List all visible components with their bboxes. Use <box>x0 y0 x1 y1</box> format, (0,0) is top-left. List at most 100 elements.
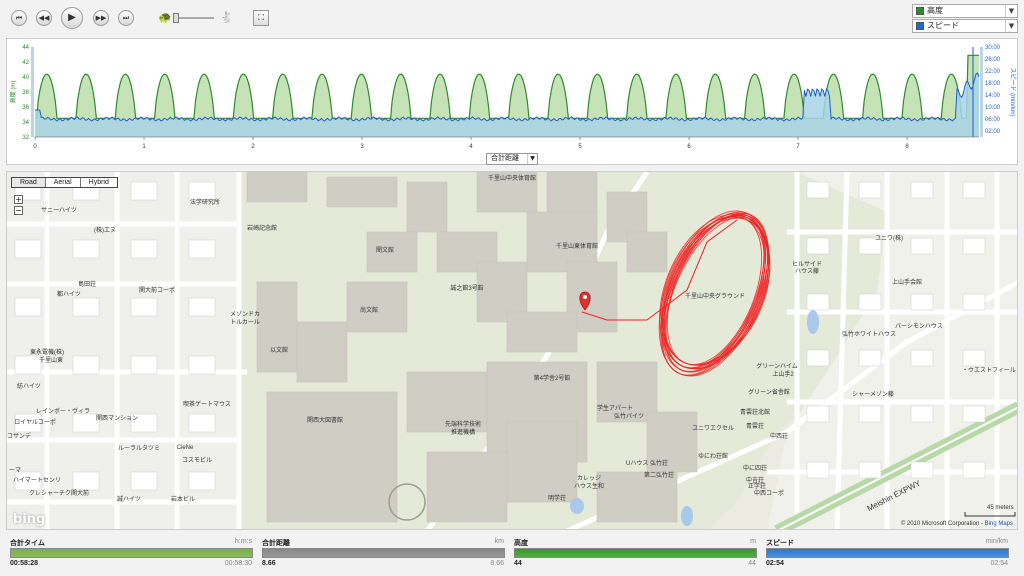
house <box>806 181 830 199</box>
stat-elevation: 高度 m 44 44 <box>510 536 758 570</box>
map-place-label: 千里山東 <box>39 356 63 364</box>
bing-maps-link[interactable]: Bing Maps <box>985 521 1013 527</box>
house <box>72 355 100 375</box>
map-place-label: コサンデ <box>7 432 31 440</box>
map-place-label: ユニワ(株) <box>875 234 903 242</box>
stat-progress-bar[interactable] <box>10 548 253 558</box>
house <box>188 181 216 201</box>
rewind-icon[interactable]: ◀◀ <box>36 10 52 26</box>
map-place-label: ・ウエストフィールド <box>962 366 1018 374</box>
x-axis-select-label: 合計距離 <box>491 155 519 162</box>
map-place-label: 関西大図書館 <box>307 416 343 424</box>
pond <box>681 506 693 526</box>
map-type-hybrid[interactable]: Hybrid <box>81 178 117 187</box>
house <box>806 237 830 255</box>
map-type-aerial[interactable]: Aerial <box>46 178 81 187</box>
playback-speed-thumb[interactable] <box>173 13 179 23</box>
playback-speed-slider[interactable] <box>174 17 214 19</box>
building <box>326 176 398 208</box>
map-place-label: 岩本ビル <box>171 495 195 503</box>
house <box>858 405 882 423</box>
map-place-label: ルーラルタツミ <box>118 444 160 452</box>
map-place-label: 先端科学技術 <box>445 420 481 428</box>
map-place-label: 弘竹ホワイトハウス <box>842 330 896 338</box>
map-place-label: 関西マンション <box>96 415 138 422</box>
map-place-label: 弘竹パイツ <box>614 412 644 420</box>
y1-tick-label: 44 <box>22 45 29 51</box>
bing-logo: bing <box>13 512 46 527</box>
route-map[interactable]: 千里山中央体育館 千里山東体育館 千里山中央グラウンド 第4学舎2号館 誠之館3号館 尚文… <box>6 171 1018 530</box>
x-axis-select[interactable]: 合計距離 ▼ <box>486 153 538 165</box>
fast-forward-icon[interactable]: ▶▶ <box>93 10 109 26</box>
stat-progress-fill <box>515 549 756 557</box>
map-place-label: Uハウス 弘竹荘 <box>626 459 668 467</box>
map-place-label: 上山手会館 <box>892 278 922 286</box>
location-pin-dot <box>583 295 587 299</box>
slow-speed-icon: 🐢 <box>158 11 172 24</box>
map-place-label: ヒルサイド <box>792 261 822 268</box>
stat-value: 8.66 <box>262 560 276 567</box>
primary-series-select[interactable]: 高度 ▼ <box>912 4 1018 18</box>
map-place-label: 関大前コーポ <box>139 286 175 294</box>
building <box>246 172 308 203</box>
house <box>858 461 882 479</box>
y1-tick-label: 36 <box>22 105 29 111</box>
stat-total: 00:58:30 <box>224 560 252 567</box>
y2-tick-label: 14:00 <box>985 93 1001 99</box>
elevation-speed-chart[interactable]: 0 1 2 3 4 5 6 7 8 44 42 40 38 36 34 32 30:00 26:00 22:00 18… <box>6 38 1018 165</box>
house <box>962 405 986 423</box>
map-place-label: 中西コーポ <box>754 489 784 497</box>
play-icon[interactable]: ▶ <box>61 7 83 29</box>
map-place-label: ハウス藤 <box>795 267 819 275</box>
map-place-label: 中西荘 <box>770 432 788 440</box>
map-place-label: シャーメゾン藤 <box>852 390 894 398</box>
building <box>506 311 578 353</box>
zoom-out-button[interactable]: − <box>14 206 23 215</box>
playback-toolbar: ⏮ ◀◀ ▶ ▶▶ ⏭ 🐢 🐇 ⛶ 高度 ▼ スピード ▼ <box>0 0 1024 36</box>
secondary-series-label: スピード <box>927 21 959 30</box>
skip-end-icon[interactable]: ⏭ <box>118 10 134 26</box>
stat-progress-bar[interactable] <box>262 548 505 558</box>
stat-label: スピード <box>766 540 794 547</box>
map-place-label: コスモビル <box>182 456 212 464</box>
house <box>910 293 934 311</box>
app-root: ⏮ ◀◀ ▶ ▶▶ ⏭ 🐢 🐇 ⛶ 高度 ▼ スピード ▼ 0123456784… <box>0 0 1024 576</box>
house <box>806 461 830 479</box>
house <box>806 349 830 367</box>
house <box>858 181 882 199</box>
map-type-road[interactable]: Road <box>12 178 46 187</box>
stat-progress-bar[interactable] <box>514 548 757 558</box>
map-place-label: 島田荘 <box>78 280 96 288</box>
stat-total: 8.66 <box>490 560 504 567</box>
skip-start-icon[interactable]: ⏮ <box>11 10 27 26</box>
house <box>910 405 934 423</box>
chart-canvas[interactable]: 0 1 2 3 4 5 6 7 84442403836343230:0026:0022:0018… <box>7 39 1017 164</box>
stat-progress-bar[interactable] <box>766 548 1009 558</box>
stat-unit: min/km <box>985 538 1008 545</box>
house <box>962 461 986 479</box>
stat-total: 02:54 <box>990 560 1008 567</box>
stat-value: 02:54 <box>766 560 784 567</box>
secondary-series-select[interactable]: スピード ▼ <box>912 19 1018 33</box>
y2-tick-label: 26:00 <box>985 57 1001 63</box>
zoom-in-button[interactable]: + <box>14 195 23 204</box>
stat-value: 44 <box>514 560 522 567</box>
building <box>266 391 398 523</box>
map-place-label: 学生アパート <box>597 404 633 412</box>
stat-label: 合計タイム <box>10 540 45 547</box>
stat-total-distance: 合計距離 km 8.66 8.66 <box>258 536 506 570</box>
y1-tick-label: 40 <box>22 75 29 81</box>
map-place-label: カレッジ <box>577 475 601 482</box>
x-tick-label: 1 <box>142 144 146 150</box>
x-tick-label: 5 <box>578 144 582 150</box>
house <box>962 181 986 199</box>
house <box>858 293 882 311</box>
map-place-label: ハウス生和 <box>574 482 604 490</box>
fullscreen-icon[interactable]: ⛶ <box>253 10 269 26</box>
house <box>72 239 100 259</box>
primary-series-swatch <box>916 7 924 15</box>
building <box>626 231 668 273</box>
house <box>188 413 216 433</box>
map-canvas[interactable]: 千里山中央体育館千里山東体育館千里山中央グラウンド第4学舎2号館 誠之館3号館尚文… <box>7 172 1018 530</box>
house <box>910 349 934 367</box>
